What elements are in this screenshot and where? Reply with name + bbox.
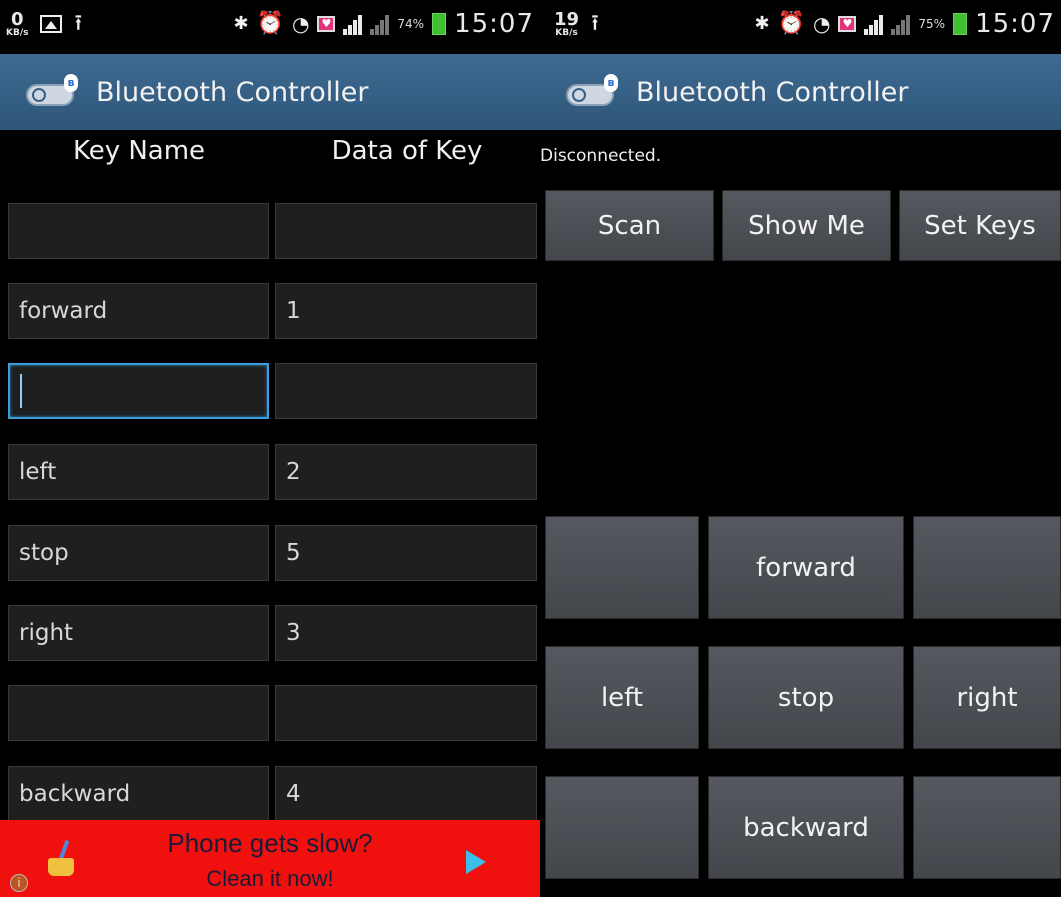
network-speed: 19 KB/s bbox=[554, 8, 580, 38]
ad-headline: Phone gets slow? bbox=[167, 828, 373, 858]
text-cursor bbox=[20, 374, 22, 408]
pad-bottom-left-button[interactable] bbox=[545, 776, 699, 879]
key-name-field-4[interactable]: left bbox=[8, 444, 269, 500]
key-data-field-6[interactable]: 3 bbox=[275, 605, 537, 661]
notification-icon: ♥ bbox=[838, 16, 857, 32]
wifi-icon: ◔ bbox=[291, 12, 310, 36]
signal-icon bbox=[864, 13, 884, 35]
key-name-field-3[interactable] bbox=[8, 363, 269, 419]
key-name-field-6[interactable]: right bbox=[8, 605, 269, 661]
scan-button[interactable]: Scan bbox=[545, 190, 714, 261]
key-name-field-5[interactable]: stop bbox=[8, 525, 269, 581]
battery-percent: 74% bbox=[397, 17, 425, 31]
gamepad-bluetooth-icon: ʙ bbox=[566, 74, 618, 110]
set-keys-button[interactable]: Set Keys bbox=[899, 190, 1061, 261]
network-speed-unit: KB/s bbox=[6, 27, 29, 38]
battery-percent: 75% bbox=[918, 17, 946, 31]
data-of-key-header: Data of Key bbox=[331, 136, 483, 166]
key-name-field-7[interactable] bbox=[8, 685, 269, 741]
battery-icon bbox=[432, 13, 447, 35]
right-button[interactable]: right bbox=[913, 646, 1061, 749]
key-name-field-2[interactable]: forward bbox=[8, 283, 269, 339]
status-bar: 0 KB/s ⭱ ✱ ⏰ ◔ ♥ 74% 15:07 bbox=[0, 0, 540, 48]
battery-icon bbox=[953, 13, 968, 35]
signal-secondary-icon bbox=[370, 13, 390, 35]
status-bar: 19 KB/s ⭱ ✱ ⏰ ◔ ♥ 75% 15:07 bbox=[540, 0, 1061, 48]
key-data-field-5[interactable]: 5 bbox=[275, 525, 537, 581]
bluetooth-icon: ✱ bbox=[233, 13, 249, 34]
upload-icon: ⭱ bbox=[591, 11, 599, 36]
key-data-field-1[interactable] bbox=[275, 203, 537, 259]
ad-info-icon[interactable]: i bbox=[10, 874, 28, 892]
network-speed-value: 0 bbox=[10, 8, 24, 30]
key-data-field-8[interactable]: 4 bbox=[275, 766, 537, 822]
pad-top-right-button[interactable] bbox=[913, 516, 1061, 619]
pad-bottom-right-button[interactable] bbox=[913, 776, 1061, 879]
network-speed-unit: KB/s bbox=[555, 27, 578, 38]
network-speed-value: 19 bbox=[554, 8, 580, 30]
alarm-icon: ⏰ bbox=[256, 11, 284, 36]
ad-subline: Clean it now! bbox=[206, 866, 334, 891]
signal-secondary-icon bbox=[891, 13, 911, 35]
forward-button[interactable]: forward bbox=[708, 516, 904, 619]
left-button[interactable]: left bbox=[545, 646, 699, 749]
clock: 15:07 bbox=[975, 9, 1055, 39]
alarm-icon: ⏰ bbox=[777, 11, 805, 36]
show-me-button[interactable]: Show Me bbox=[722, 190, 891, 261]
key-settings-screen: 0 KB/s ⭱ ✱ ⏰ ◔ ♥ 74% 15:07 ʙ Bluetooth C… bbox=[0, 0, 540, 897]
key-name-field-1[interactable] bbox=[8, 203, 269, 259]
stop-button[interactable]: stop bbox=[708, 646, 904, 749]
notification-icon: ♥ bbox=[317, 16, 336, 32]
pad-top-left-button[interactable] bbox=[545, 516, 699, 619]
clock: 15:07 bbox=[454, 9, 534, 39]
play-store-icon[interactable] bbox=[466, 850, 486, 874]
wifi-icon: ◔ bbox=[812, 12, 831, 36]
gamepad-bluetooth-icon: ʙ bbox=[26, 74, 78, 110]
key-name-field-8[interactable]: backward bbox=[8, 766, 269, 822]
bluetooth-icon: ✱ bbox=[754, 13, 770, 34]
connection-status: Disconnected. bbox=[540, 146, 662, 166]
ad-banner[interactable]: Phone gets slow? Clean it now! bbox=[0, 820, 540, 897]
signal-icon bbox=[343, 13, 363, 35]
network-speed: 0 KB/s bbox=[6, 8, 29, 38]
key-data-field-7[interactable] bbox=[275, 685, 537, 741]
action-bar: ʙ Bluetooth Controller bbox=[540, 54, 1061, 130]
app-title: Bluetooth Controller bbox=[96, 76, 369, 108]
key-data-field-4[interactable]: 2 bbox=[275, 444, 537, 500]
key-name-header: Key Name bbox=[72, 136, 206, 166]
picture-icon bbox=[40, 15, 63, 33]
app-title: Bluetooth Controller bbox=[636, 76, 909, 108]
upload-icon: ⭱ bbox=[74, 11, 83, 36]
action-bar: ʙ Bluetooth Controller bbox=[0, 54, 540, 130]
backward-button[interactable]: backward bbox=[708, 776, 904, 879]
controller-screen: 19 KB/s ⭱ ✱ ⏰ ◔ ♥ 75% 15:07 ʙ Bluetooth … bbox=[540, 0, 1061, 897]
key-data-field-3[interactable] bbox=[275, 363, 537, 419]
key-data-field-2[interactable]: 1 bbox=[275, 283, 537, 339]
